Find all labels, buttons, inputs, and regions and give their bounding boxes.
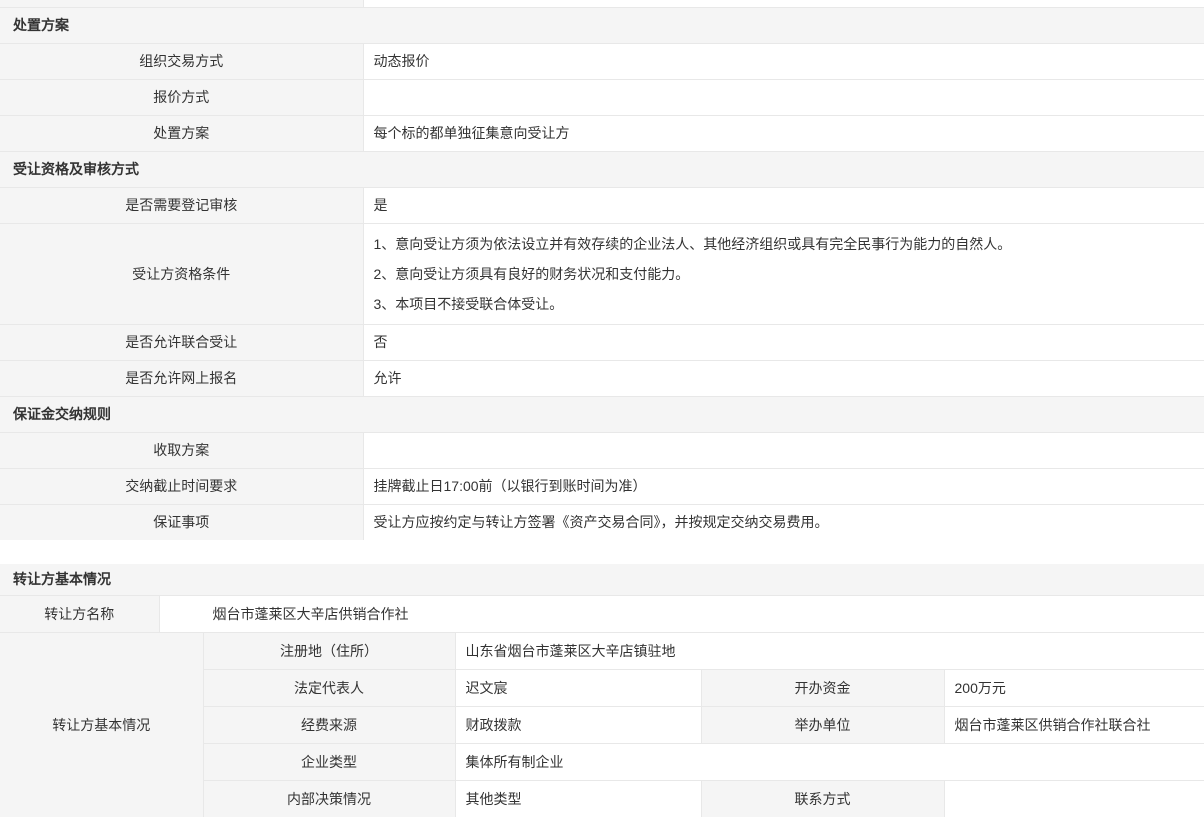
row-value bbox=[363, 432, 1204, 468]
partial-row-label-cell bbox=[0, 0, 363, 7]
row-value: 动态报价 bbox=[363, 43, 1204, 79]
row-label: 经费来源 bbox=[203, 706, 455, 743]
row-label: 是否需要登记审核 bbox=[0, 187, 363, 223]
row-value: 每个标的都单独征集意向受让方 bbox=[363, 115, 1204, 151]
row-label: 内部决策情况 bbox=[203, 780, 455, 817]
row-label: 收取方案 bbox=[0, 432, 363, 468]
table-row: 处置方案 每个标的都单独征集意向受让方 bbox=[0, 115, 1204, 151]
row-value: 烟台市蓬莱区大辛店供销合作社 bbox=[159, 595, 1204, 632]
table-row: 保证事项 受让方应按约定与转让方签署《资产交易合同》，并按规定交纳交易费用。 bbox=[0, 504, 1204, 540]
row-label: 报价方式 bbox=[0, 79, 363, 115]
row-value bbox=[944, 780, 1204, 817]
table-row: 转让方名称 烟台市蓬莱区大辛店供销合作社 bbox=[0, 595, 1204, 632]
table-row: 组织交易方式 动态报价 bbox=[0, 43, 1204, 79]
listing-detail-table: 处置方案 组织交易方式 动态报价 报价方式 处置方案 每个标的都单独征集意向受让… bbox=[0, 0, 1204, 540]
qualification-line: 2、意向受让方须具有良好的财务状况和支付能力。 bbox=[374, 259, 1204, 289]
row-label: 转让方名称 bbox=[0, 595, 159, 632]
section-header-row: 受让资格及审核方式 bbox=[0, 151, 1204, 187]
row-value: 烟台市蓬莱区供销合作社联合社 bbox=[944, 706, 1204, 743]
row-label: 受让方资格条件 bbox=[0, 223, 363, 324]
section-title: 保证金交纳规则 bbox=[0, 396, 1204, 432]
detail-group-label: 转让方基本情况 bbox=[0, 632, 203, 817]
qualification-line: 3、本项目不接受联合体受让。 bbox=[374, 289, 1204, 319]
section-header-row: 转让方基本情况 bbox=[0, 564, 1204, 595]
row-label: 企业类型 bbox=[203, 743, 455, 780]
row-value: 挂牌截止日17:00前（以银行到账时间为准） bbox=[363, 468, 1204, 504]
row-value: 迟文宸 bbox=[455, 669, 701, 706]
section-gap bbox=[0, 540, 1204, 564]
row-label: 开办资金 bbox=[701, 669, 944, 706]
partial-row-value-cell bbox=[363, 0, 1204, 7]
row-value: 受让方应按约定与转让方签署《资产交易合同》，并按规定交纳交易费用。 bbox=[363, 504, 1204, 540]
table-row: 是否允许联合受让 否 bbox=[0, 324, 1204, 360]
row-value: 山东省烟台市蓬莱区大辛店镇驻地 bbox=[455, 632, 1204, 669]
section-header-row: 保证金交纳规则 bbox=[0, 396, 1204, 432]
row-value-multiline: 1、意向受让方须为依法设立并有效存续的企业法人、其他经济组织或具有完全民事行为能… bbox=[363, 223, 1204, 324]
row-label: 组织交易方式 bbox=[0, 43, 363, 79]
table-row: 转让方基本情况 注册地（住所） 山东省烟台市蓬莱区大辛店镇驻地 bbox=[0, 632, 1204, 669]
table-row: 收取方案 bbox=[0, 432, 1204, 468]
section-header-row: 处置方案 bbox=[0, 7, 1204, 43]
row-value: 财政拨款 bbox=[455, 706, 701, 743]
row-label: 保证事项 bbox=[0, 504, 363, 540]
row-label: 法定代表人 bbox=[203, 669, 455, 706]
row-value: 否 bbox=[363, 324, 1204, 360]
row-label: 是否允许网上报名 bbox=[0, 360, 363, 396]
row-value: 200万元 bbox=[944, 669, 1204, 706]
section-title: 转让方基本情况 bbox=[0, 564, 1204, 595]
row-label: 举办单位 bbox=[701, 706, 944, 743]
row-label: 处置方案 bbox=[0, 115, 363, 151]
row-value bbox=[363, 79, 1204, 115]
row-label: 注册地（住所） bbox=[203, 632, 455, 669]
row-value: 集体所有制企业 bbox=[455, 743, 1204, 780]
table-row: 交纳截止时间要求 挂牌截止日17:00前（以银行到账时间为准） bbox=[0, 468, 1204, 504]
transferor-table: 转让方基本情况 转让方名称 烟台市蓬莱区大辛店供销合作社 转让方基本情况 注册地… bbox=[0, 564, 1204, 817]
table-row: 是否允许网上报名 允许 bbox=[0, 360, 1204, 396]
table-row: 受让方资格条件 1、意向受让方须为依法设立并有效存续的企业法人、其他经济组织或具… bbox=[0, 223, 1204, 324]
table-row: 报价方式 bbox=[0, 79, 1204, 115]
partial-row bbox=[0, 0, 1204, 7]
qualification-line: 1、意向受让方须为依法设立并有效存续的企业法人、其他经济组织或具有完全民事行为能… bbox=[374, 229, 1204, 259]
row-value: 允许 bbox=[363, 360, 1204, 396]
row-label: 联系方式 bbox=[701, 780, 944, 817]
table-row: 是否需要登记审核 是 bbox=[0, 187, 1204, 223]
row-value: 其他类型 bbox=[455, 780, 701, 817]
section-title: 受让资格及审核方式 bbox=[0, 151, 1204, 187]
row-value: 是 bbox=[363, 187, 1204, 223]
row-label: 交纳截止时间要求 bbox=[0, 468, 363, 504]
row-label: 是否允许联合受让 bbox=[0, 324, 363, 360]
section-title: 处置方案 bbox=[0, 7, 1204, 43]
